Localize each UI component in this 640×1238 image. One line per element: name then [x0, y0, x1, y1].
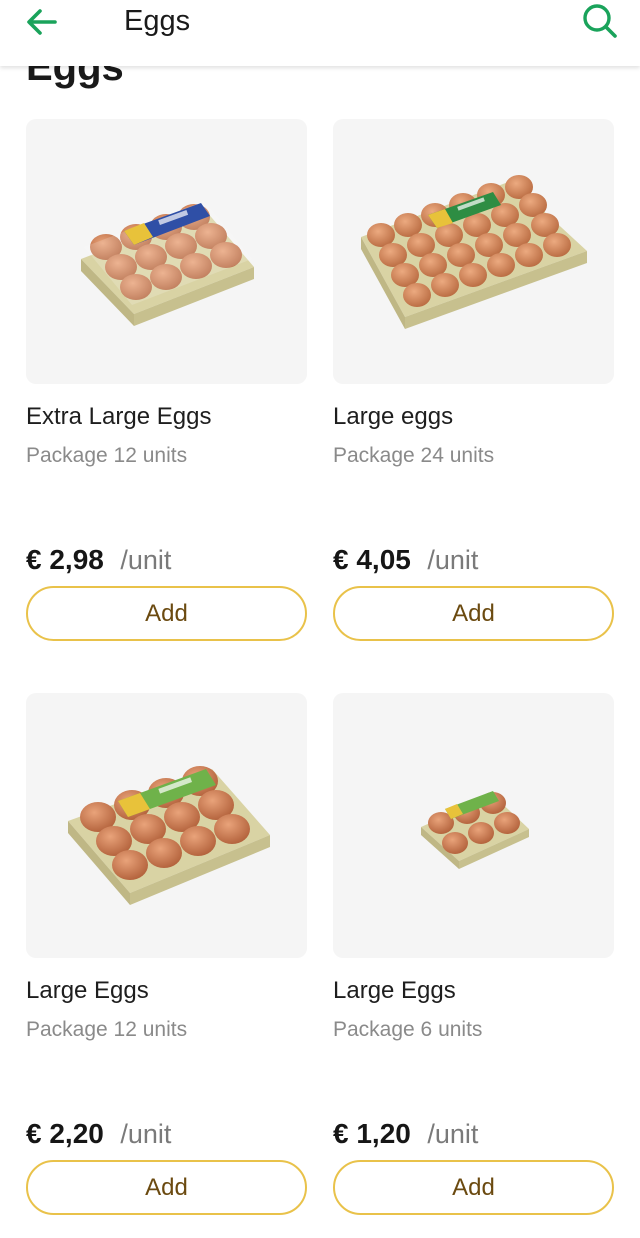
- egg-carton-image: [361, 175, 587, 329]
- product-price-row: € 2,20 /unit: [26, 1117, 171, 1156]
- search-icon: [583, 4, 617, 38]
- product-price-unit: /unit: [120, 545, 172, 575]
- egg-carton-image: [68, 766, 270, 905]
- arrow-left-icon: [27, 9, 57, 35]
- egg-carton-image: [421, 791, 529, 869]
- back-button[interactable]: [20, 2, 64, 42]
- add-to-cart-button[interactable]: Add: [333, 1160, 614, 1215]
- product-package: Package 12 units: [26, 1018, 188, 1041]
- product-image[interactable]: [26, 693, 307, 958]
- product-package: Package 24 units: [333, 444, 495, 467]
- product-image[interactable]: [333, 119, 614, 384]
- search-button[interactable]: [578, 0, 622, 42]
- egg-carton-image: [81, 201, 254, 326]
- product-price-unit: /unit: [427, 545, 479, 575]
- product-name: Large eggs: [333, 403, 454, 430]
- product-price: € 2,98: [26, 544, 104, 575]
- product-price-unit: /unit: [427, 1119, 479, 1149]
- product-package: Package 6 units: [333, 1018, 483, 1041]
- product-name: Extra Large Eggs: [26, 403, 212, 430]
- product-package: Package 12 units: [26, 444, 188, 467]
- product-image[interactable]: [333, 693, 614, 958]
- app-screen: Eggs Eggs Extra Large Eggs Package 12 un…: [0, 0, 640, 1238]
- product-name: Large Eggs: [333, 977, 456, 1004]
- add-to-cart-button[interactable]: Add: [26, 1160, 307, 1215]
- product-price-row: € 1,20 /unit: [333, 1117, 478, 1156]
- product-price: € 4,05: [333, 544, 411, 575]
- add-to-cart-button[interactable]: Add: [26, 586, 307, 641]
- product-price-unit: /unit: [120, 1119, 172, 1149]
- product-image[interactable]: [26, 119, 307, 384]
- top-app-bar: Eggs: [0, 0, 640, 66]
- product-price: € 1,20: [333, 1118, 411, 1149]
- page-title: Eggs: [124, 5, 191, 37]
- add-to-cart-button[interactable]: Add: [333, 586, 614, 641]
- product-name: Large Eggs: [26, 977, 149, 1004]
- product-price: € 2,20: [26, 1118, 104, 1149]
- product-price-row: € 2,98 /unit: [26, 543, 171, 582]
- product-price-row: € 4,05 /unit: [333, 543, 478, 582]
